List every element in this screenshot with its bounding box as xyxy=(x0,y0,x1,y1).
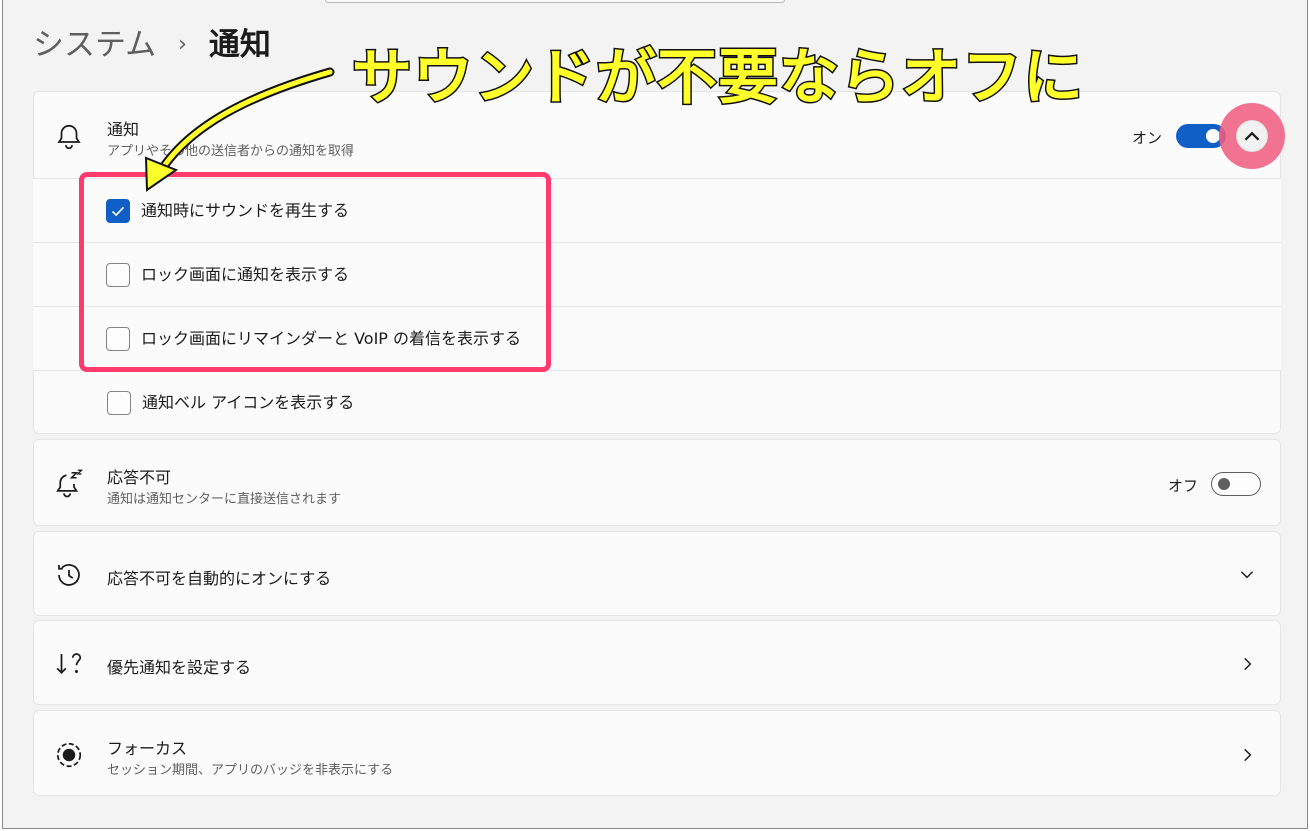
priority-title: 優先通知を設定する xyxy=(107,658,252,677)
option-row-bell-icon[interactable]: 通知ベル アイコンを表示する xyxy=(33,370,1281,434)
dnd-title: 応答不可 xyxy=(107,468,172,487)
breadcrumb: システム › 通知 xyxy=(33,24,271,66)
chevron-right-icon[interactable] xyxy=(1238,655,1256,673)
dnd-subtitle: 通知は通知センターに直接送信されます xyxy=(107,492,342,507)
auto-dnd-card[interactable]: 応答不可を自動的にオンにする xyxy=(33,531,1281,616)
breadcrumb-system[interactable]: システム xyxy=(33,25,156,65)
annotation-callout: サウンドが不要ならオフに xyxy=(351,42,1085,115)
chevron-up-icon xyxy=(1244,131,1260,141)
auto-dnd-title: 応答不可を自動的にオンにする xyxy=(107,569,332,588)
chevron-down-icon[interactable] xyxy=(1238,565,1256,583)
bell-icon-checkbox[interactable] xyxy=(107,391,131,415)
options-highlight-box xyxy=(79,172,551,372)
toggle-knob xyxy=(1218,478,1230,490)
priority-card[interactable]: 優先通知を設定する xyxy=(33,620,1281,705)
dnd-toggle-label: オフ xyxy=(1168,477,1199,495)
bell-snooze-icon xyxy=(56,469,84,498)
focus-title: フォーカス xyxy=(107,739,188,758)
breadcrumb-separator: › xyxy=(178,32,187,57)
chevron-right-icon[interactable] xyxy=(1238,746,1256,764)
top-scroll-stub xyxy=(325,0,785,3)
collapse-button[interactable] xyxy=(1236,120,1268,152)
notifications-toggle-label: オン xyxy=(1132,129,1163,147)
focus-subtitle: セッション期間、アプリのバッジを非表示にする xyxy=(107,763,394,778)
notifications-title: 通知 xyxy=(107,120,140,139)
focus-card[interactable]: フォーカス セッション期間、アプリのバッジを非表示にする xyxy=(33,710,1281,796)
bell-icon xyxy=(57,124,81,150)
notifications-subtitle: アプリやその他の送信者からの通知を取得 xyxy=(107,144,355,159)
bell-icon-label: 通知ベル アイコンを表示する xyxy=(142,393,355,412)
dnd-toggle[interactable] xyxy=(1211,472,1261,496)
focus-icon xyxy=(56,742,82,768)
dnd-card[interactable]: 応答不可 通知は通知センターに直接送信されます オフ xyxy=(33,439,1281,526)
clock-icon xyxy=(58,564,80,586)
toggle-knob xyxy=(1206,129,1220,143)
page-title: 通知 xyxy=(208,27,271,63)
priority-sort-icon xyxy=(56,653,82,674)
